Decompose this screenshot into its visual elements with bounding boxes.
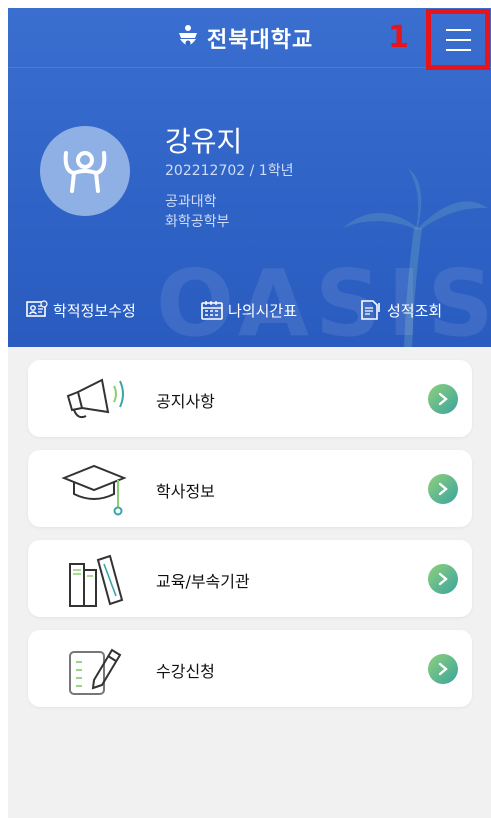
- chevron-right-icon: [428, 384, 458, 414]
- chevron-right-icon: [428, 564, 458, 594]
- student-id-year: 202212702 / 1학년: [165, 163, 294, 179]
- university-emblem-icon: [179, 25, 197, 46]
- profile-header: OASIS 전북대학교 1 강유지 202212702 / 1학년 공과대학 화…: [8, 8, 491, 347]
- top-bar: 전북대학교 1: [8, 8, 491, 70]
- quick-menu-label: 성적조회: [387, 301, 443, 320]
- chevron-right-icon: [428, 474, 458, 504]
- menu-line: [445, 28, 471, 31]
- menu-line: [445, 48, 471, 51]
- graduation-cap-icon: [61, 464, 127, 516]
- college-name: 공과대학: [165, 194, 217, 210]
- menu-card-notices[interactable]: 공지사항: [28, 360, 472, 437]
- card-label: 학사정보: [156, 482, 215, 501]
- quick-menu-grades[interactable]: 성적조회: [360, 298, 442, 322]
- app-screen: OASIS 전북대학교 1 강유지 202212702 / 1학년 공과대학 화…: [8, 8, 491, 818]
- department-name: 화학공학부: [165, 214, 230, 230]
- annotation-number: 1: [388, 20, 409, 55]
- quick-menu-label: 학적정보수정: [53, 301, 136, 320]
- card-label: 공지사항: [156, 392, 215, 411]
- card-label: 수강신청: [156, 662, 215, 681]
- grade-report-icon: [361, 300, 380, 320]
- university-name: 전북대학교: [207, 28, 314, 53]
- student-name: 강유지: [165, 125, 243, 158]
- avatar[interactable]: [40, 126, 130, 216]
- id-card-icon: [26, 300, 48, 317]
- menu-card-course-registration[interactable]: 수강신청: [28, 630, 472, 707]
- menu-line: [445, 38, 471, 41]
- document-pencil-icon: [69, 648, 122, 695]
- chevron-right-icon: [428, 654, 458, 684]
- books-icon: [69, 554, 124, 607]
- university-logo: 전북대학교: [176, 21, 313, 55]
- person-cheering-icon: [63, 151, 107, 193]
- calendar-icon: [201, 301, 223, 320]
- megaphone-icon: [66, 378, 124, 419]
- card-label: 교육/부속기관: [156, 572, 250, 591]
- menu-card-institutions[interactable]: 교육/부속기관: [28, 540, 472, 617]
- menu-card-academic-info[interactable]: 학사정보: [28, 450, 472, 527]
- quick-menu-timetable[interactable]: 나의시간표: [201, 298, 297, 322]
- hamburger-menu-button[interactable]: [426, 9, 490, 70]
- quick-menu-record-edit[interactable]: 학적정보수정: [26, 298, 136, 322]
- quick-menu-label: 나의시간표: [228, 301, 298, 320]
